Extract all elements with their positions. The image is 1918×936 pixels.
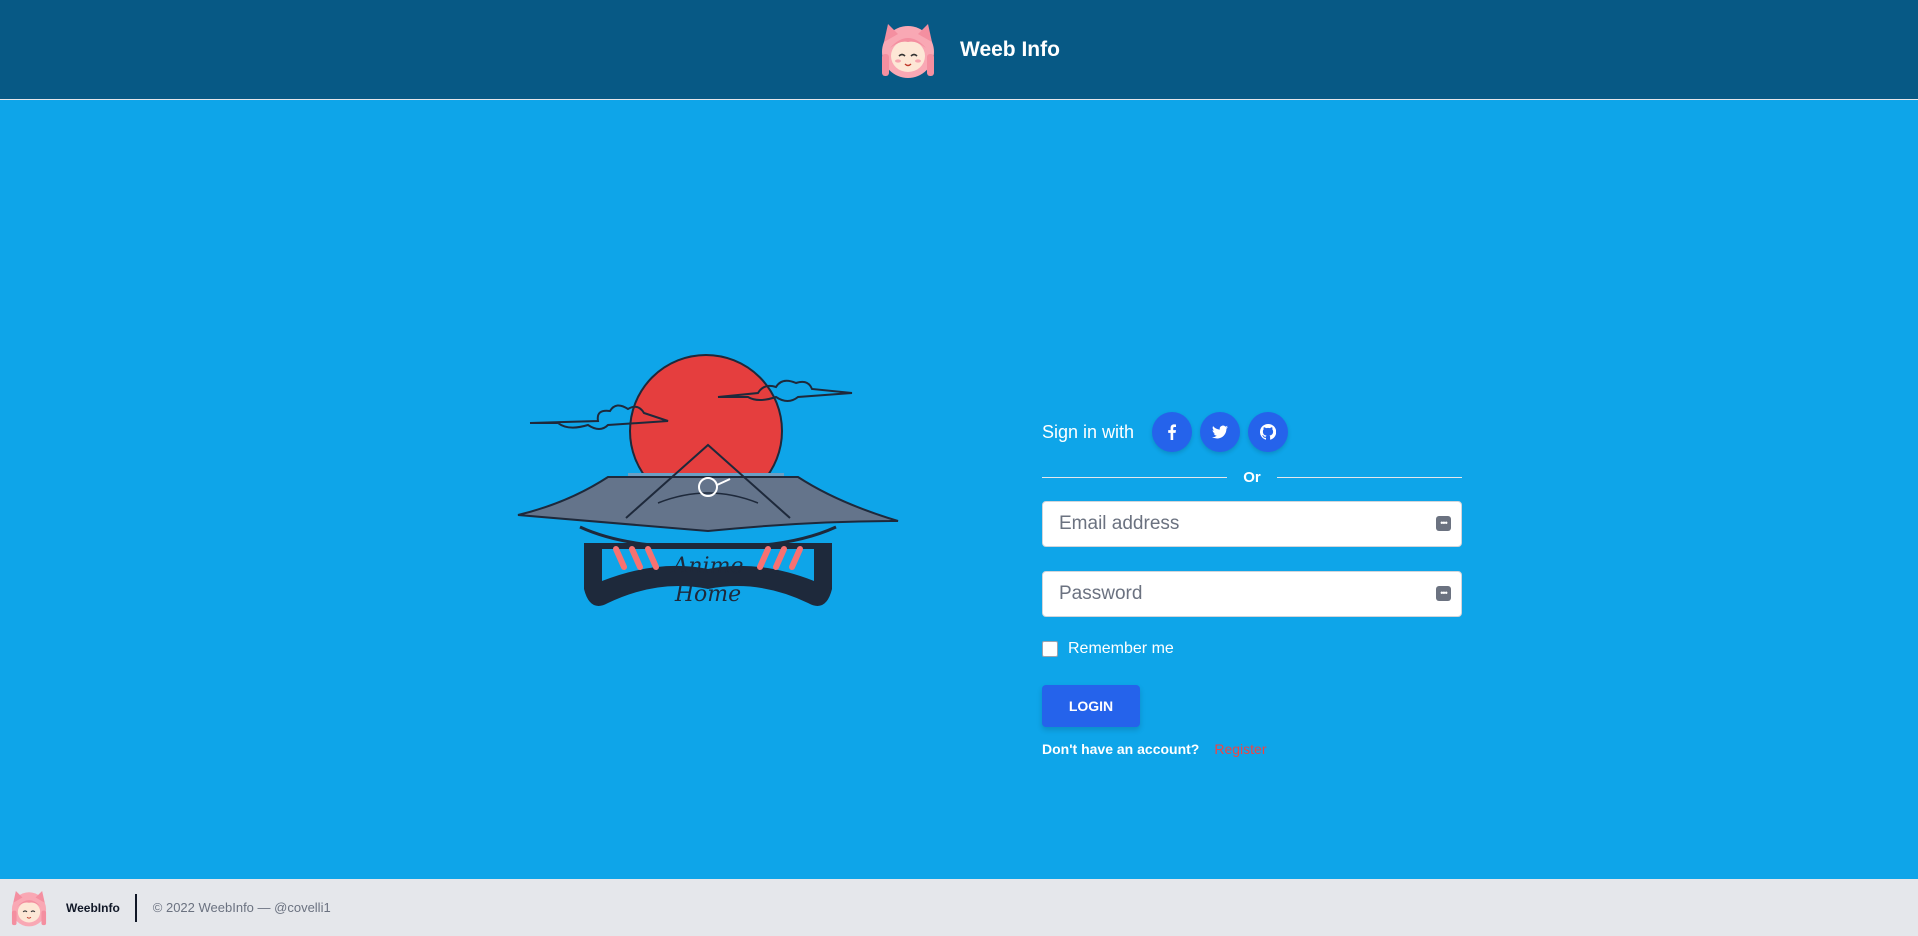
password-manager-icon[interactable]: •••	[1436, 516, 1451, 531]
remember-me-checkbox[interactable]	[1042, 641, 1058, 657]
logo-text-home: Home	[674, 582, 741, 607]
anime-girl-avatar-icon[interactable]	[8, 887, 50, 929]
facebook-icon	[1168, 424, 1177, 440]
twitter-icon	[1212, 425, 1229, 439]
login-form: Sign in with Or Email address ••• ••• Re…	[1042, 411, 1463, 757]
social-signin-row: Sign in with	[1042, 411, 1462, 453]
anime-home-logo: Anime Home	[517, 354, 899, 607]
remember-me-row: Remember me	[1042, 639, 1462, 659]
signin-label: Sign in with	[1042, 421, 1135, 442]
anime-girl-avatar-icon	[882, 24, 934, 78]
email-field: •••	[1042, 501, 1462, 547]
remember-me-label[interactable]: Remember me	[1068, 640, 1174, 658]
github-icon	[1260, 424, 1277, 440]
footer-brand[interactable]: WeebInfo	[66, 901, 120, 915]
login-section: Anime Home Sign in with Or Email address…	[0, 101, 1918, 879]
logo-text-anime: Anime	[671, 554, 744, 579]
divider-line-right	[1276, 476, 1463, 478]
header-brand[interactable]: Weeb Info	[876, 18, 1060, 82]
register-row: Don't have an account? Register	[1042, 741, 1462, 757]
password-manager-icon[interactable]: •••	[1436, 586, 1451, 601]
facebook-signin-button[interactable]	[1152, 412, 1193, 452]
email-input[interactable]	[1043, 502, 1461, 546]
login-button[interactable]: LOGIN	[1042, 685, 1140, 727]
or-divider: Or	[1042, 467, 1463, 487]
divider-text: Or	[1243, 468, 1261, 486]
twitter-signin-button[interactable]	[1200, 412, 1241, 452]
password-input[interactable]	[1043, 572, 1461, 616]
register-question: Don't have an account?	[1042, 741, 1200, 757]
register-link[interactable]: Register	[1214, 741, 1266, 757]
brand-title: Weeb Info	[960, 38, 1060, 61]
top-navbar: Weeb Info	[0, 0, 1918, 100]
footer-copyright: © 2022 WeebInfo — @covelli1	[152, 900, 331, 915]
footer: WeebInfo © 2022 WeebInfo — @covelli1	[0, 879, 1918, 936]
github-signin-button[interactable]	[1248, 412, 1289, 452]
footer-separator	[134, 893, 137, 922]
password-field: •••	[1042, 571, 1462, 617]
divider-line-left	[1042, 476, 1228, 478]
